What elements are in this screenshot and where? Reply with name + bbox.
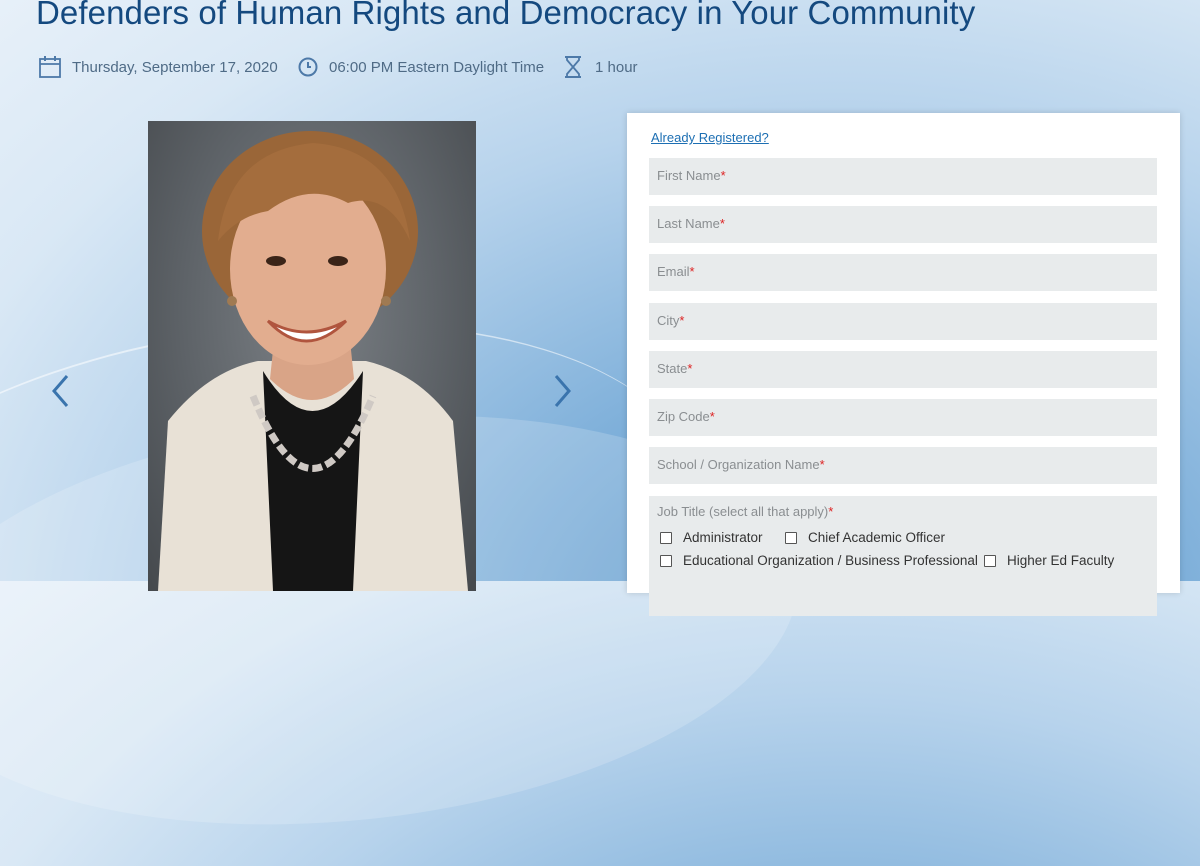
checkbox-box[interactable] bbox=[660, 554, 672, 567]
zip-code-field[interactable]: Zip Code* bbox=[649, 399, 1157, 436]
hourglass-icon bbox=[565, 56, 581, 78]
required-mark: * bbox=[720, 168, 726, 183]
event-duration-text: 1 hour bbox=[595, 58, 638, 76]
carousel-prev-button[interactable] bbox=[47, 372, 77, 410]
clock-icon bbox=[298, 57, 318, 77]
city-field[interactable]: City* bbox=[649, 303, 1157, 340]
speaker-photo bbox=[148, 121, 476, 591]
required-mark: * bbox=[828, 504, 834, 519]
organization-field[interactable]: School / Organization Name* bbox=[649, 447, 1157, 484]
page-title: Defenders of Human Rights and Democracy … bbox=[36, 0, 976, 31]
checkbox-box[interactable] bbox=[660, 531, 672, 544]
zip-code-placeholder: Zip Code bbox=[657, 409, 710, 424]
required-mark: * bbox=[687, 361, 693, 376]
city-placeholder: City bbox=[657, 313, 680, 328]
job-title-group: Job Title (select all that apply)* Admin… bbox=[649, 496, 1157, 616]
carousel-next-button[interactable] bbox=[546, 372, 576, 410]
already-registered-link[interactable]: Already Registered? bbox=[651, 130, 769, 145]
required-mark: * bbox=[689, 264, 695, 279]
checkbox-label: Chief Academic Officer bbox=[808, 530, 946, 545]
email-field[interactable]: Email* bbox=[649, 254, 1157, 291]
first-name-placeholder: First Name bbox=[657, 168, 721, 183]
checkbox-higher-ed-faculty[interactable]: Higher Ed Faculty bbox=[984, 553, 1114, 568]
job-title-label: Job Title (select all that apply) bbox=[657, 504, 829, 519]
event-time: 06:00 PM Eastern Daylight Time bbox=[297, 55, 544, 79]
state-field[interactable]: State* bbox=[649, 351, 1157, 388]
checkbox-educational-organization[interactable]: Educational Organization / Business Prof… bbox=[660, 553, 978, 568]
checkbox-label: Higher Ed Faculty bbox=[1007, 553, 1115, 568]
registration-form: Already Registered? First Name* Last Nam… bbox=[627, 113, 1180, 616]
required-mark: * bbox=[719, 216, 725, 231]
last-name-placeholder: Last Name bbox=[657, 216, 720, 231]
required-mark: * bbox=[709, 409, 715, 424]
event-date-text: Thursday, September 17, 2020 bbox=[72, 58, 278, 76]
event-duration: 1 hour bbox=[561, 55, 638, 79]
last-name-field[interactable]: Last Name* bbox=[649, 206, 1157, 243]
event-time-text: 06:00 PM Eastern Daylight Time bbox=[329, 58, 545, 76]
checkbox-box[interactable] bbox=[785, 531, 797, 544]
calendar-icon bbox=[39, 56, 61, 78]
organization-placeholder: School / Organization Name bbox=[657, 457, 820, 472]
first-name-field[interactable]: First Name* bbox=[649, 158, 1157, 195]
state-placeholder: State bbox=[657, 361, 688, 376]
checkbox-label: Administrator bbox=[683, 530, 763, 545]
required-mark: * bbox=[679, 313, 685, 328]
event-date: Thursday, September 17, 2020 bbox=[38, 55, 278, 79]
checkbox-box[interactable] bbox=[984, 554, 996, 567]
checkbox-chief-academic-officer[interactable]: Chief Academic Officer bbox=[785, 530, 945, 545]
checkbox-administrator[interactable]: Administrator bbox=[660, 530, 763, 545]
required-mark: * bbox=[819, 457, 825, 472]
chevron-right-icon bbox=[554, 375, 571, 407]
checkbox-label: Educational Organization / Business Prof… bbox=[683, 553, 978, 568]
email-placeholder: Email bbox=[657, 264, 690, 279]
chevron-left-icon bbox=[52, 375, 69, 407]
